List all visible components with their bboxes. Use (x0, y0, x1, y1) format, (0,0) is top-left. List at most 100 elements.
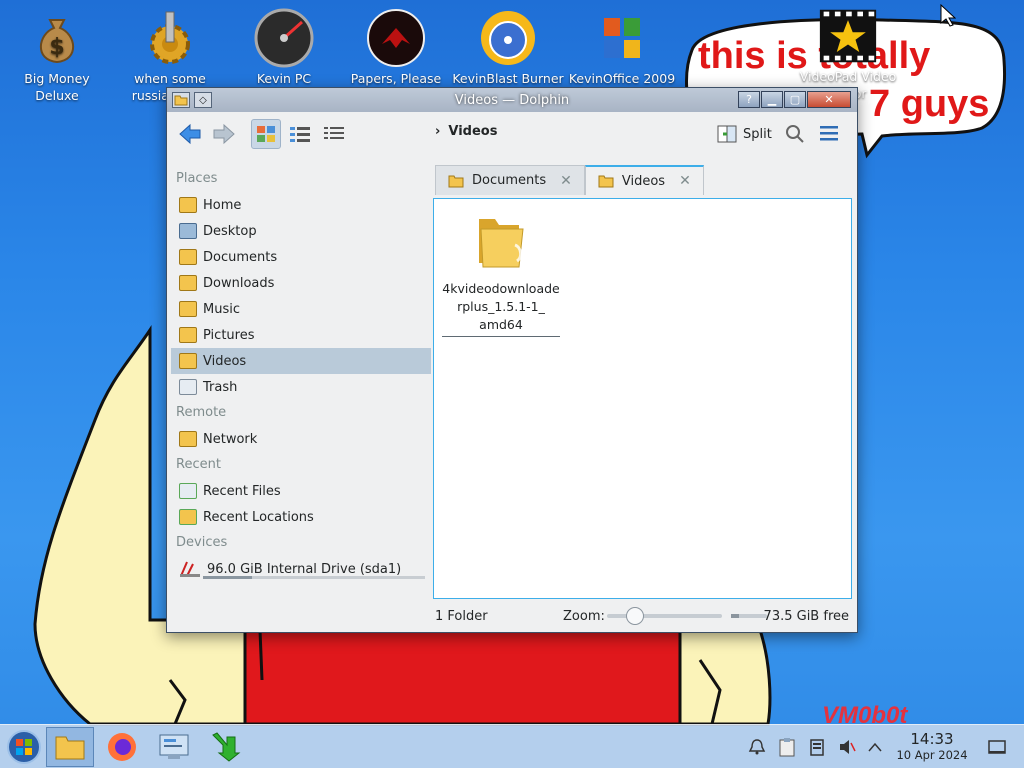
section-remote: Remote (176, 405, 227, 420)
music-folder-icon (179, 301, 197, 317)
burning-disc-icon (478, 8, 538, 68)
place-recent-locations[interactable]: Recent Locations (171, 504, 431, 530)
zoom-slider[interactable] (607, 607, 722, 625)
place-videos[interactable]: Videos (171, 348, 431, 374)
folder-icon[interactable] (172, 92, 190, 108)
help-button[interactable]: ? (738, 91, 760, 108)
trash-icon (179, 379, 197, 395)
place-label: Recent Files (203, 483, 281, 499)
desktop-icon-kevinoffice[interactable]: KevinOffice 2009 (566, 8, 678, 87)
item-count: 1 Folder (435, 608, 488, 624)
tray-expand[interactable] (864, 735, 886, 759)
mouse-cursor-icon (940, 4, 956, 27)
folder-icon (55, 736, 85, 760)
hamburger-icon (820, 126, 838, 141)
forward-button[interactable] (209, 119, 239, 149)
taskbar-dolphin[interactable] (46, 727, 94, 767)
tab-documents[interactable]: Documents ✕ (435, 165, 585, 195)
desktop-icon-big-money[interactable]: $ Big Money Deluxe (1, 8, 113, 104)
place-internal-drive[interactable]: 96.0 GiB Internal Drive (sda1) (171, 556, 431, 582)
tab-label: Documents (472, 173, 547, 188)
places-panel: Places Home Desktop Documents Downloads … (171, 166, 431, 582)
folder-icon (479, 219, 524, 268)
desktop-icon-kevinblast[interactable]: KevinBlast Burner (452, 8, 564, 87)
split-label: Split (743, 126, 772, 142)
downloads-folder-icon (179, 275, 197, 291)
tray-notifications[interactable] (746, 735, 768, 759)
place-music[interactable]: Music (171, 296, 431, 322)
golden-gear-icon (140, 8, 200, 68)
money-bag-icon: $ (27, 8, 87, 68)
place-trash[interactable]: Trash (171, 374, 431, 400)
file-item[interactable]: 4kvideodownloade rplus_1.5.1-1_ amd64 (442, 209, 560, 337)
close-tab-icon[interactable]: ✕ (560, 173, 572, 189)
recent-locations-icon (179, 509, 197, 525)
taskbar-settings[interactable] (150, 727, 198, 767)
place-label: 96.0 GiB Internal Drive (sda1) (207, 561, 402, 577)
folder-icon (598, 175, 614, 188)
place-label: Music (203, 301, 240, 317)
start-button[interactable] (0, 727, 48, 767)
folder-icon (448, 175, 464, 187)
window-menu-button[interactable]: ◇ (194, 92, 212, 108)
free-space-bar (731, 614, 767, 618)
tray-volume[interactable] (836, 735, 858, 759)
free-space-text: 73.5 GiB free (763, 608, 849, 624)
dolphin-window: ◇ Videos — Dolphin ? ▁ ▢ ✕ › Videos Spli… (166, 87, 858, 633)
system-settings-icon (159, 734, 189, 759)
place-desktop[interactable]: Desktop (171, 218, 431, 244)
place-recent-files[interactable]: Recent Files (171, 478, 431, 504)
file-view[interactable]: 4kvideodownloade rplus_1.5.1-1_ amd64 (433, 198, 852, 599)
place-downloads[interactable]: Downloads (171, 270, 431, 296)
split-button[interactable]: Split (717, 121, 772, 147)
place-label: Downloads (203, 275, 275, 291)
icons-view-button[interactable] (251, 119, 281, 149)
section-recent: Recent (176, 457, 221, 472)
desktop-icon-papers-please[interactable]: Papers, Please (340, 8, 452, 87)
documents-folder-icon (179, 249, 197, 265)
maximize-button[interactable]: ▢ (784, 91, 806, 108)
close-tab-icon[interactable]: ✕ (679, 173, 691, 189)
pictures-folder-icon (179, 327, 197, 343)
breadcrumb[interactable]: › Videos (435, 124, 497, 139)
desktop-folder-icon (179, 223, 197, 239)
breadcrumb-current[interactable]: Videos (448, 124, 497, 139)
place-label: Home (203, 197, 242, 213)
place-pictures[interactable]: Pictures (171, 322, 431, 348)
bell-icon (748, 739, 766, 755)
tab-label: Videos (621, 173, 666, 189)
tab-videos[interactable]: Videos ✕ (584, 165, 704, 195)
toolbar: › Videos Split (167, 112, 857, 156)
window-titlebar[interactable]: ◇ Videos — Dolphin ? ▁ ▢ ✕ (167, 88, 857, 112)
free-space-fill (731, 614, 740, 618)
office-logo-icon (592, 8, 652, 68)
show-desktop-button[interactable] (986, 735, 1008, 759)
videos-folder-icon (179, 353, 197, 369)
taskbar-firefox[interactable] (98, 727, 146, 767)
tray-device[interactable] (806, 735, 828, 759)
desktop-icon-label: Big Money Deluxe (24, 71, 90, 103)
clock-date: 10 Apr 2024 (896, 748, 968, 762)
place-label: Videos (203, 353, 247, 369)
close-button[interactable]: ✕ (807, 91, 851, 108)
place-network[interactable]: Network (171, 426, 431, 452)
place-label: Pictures (203, 327, 255, 343)
green-arrow-icon (212, 732, 241, 762)
split-view-icon (717, 125, 737, 143)
taskbar-download[interactable] (202, 727, 250, 767)
hamburger-menu-button[interactable] (819, 124, 839, 146)
tray-clipboard[interactable] (776, 735, 798, 759)
details-view-button[interactable] (319, 119, 349, 149)
drive-usage-fill (203, 576, 252, 579)
search-button[interactable] (785, 124, 805, 148)
windows-orb-icon (7, 730, 41, 764)
back-button[interactable] (175, 119, 205, 149)
compact-view-button[interactable] (285, 119, 315, 149)
taskbar: 14:33 10 Apr 2024 (0, 724, 1024, 768)
zoom-slider-handle[interactable] (626, 607, 645, 625)
minimize-button[interactable]: ▁ (761, 91, 783, 108)
place-home[interactable]: Home (171, 192, 431, 218)
show-desktop-icon (988, 740, 1006, 754)
place-documents[interactable]: Documents (171, 244, 431, 270)
clock[interactable]: 14:33 10 Apr 2024 (886, 731, 978, 763)
